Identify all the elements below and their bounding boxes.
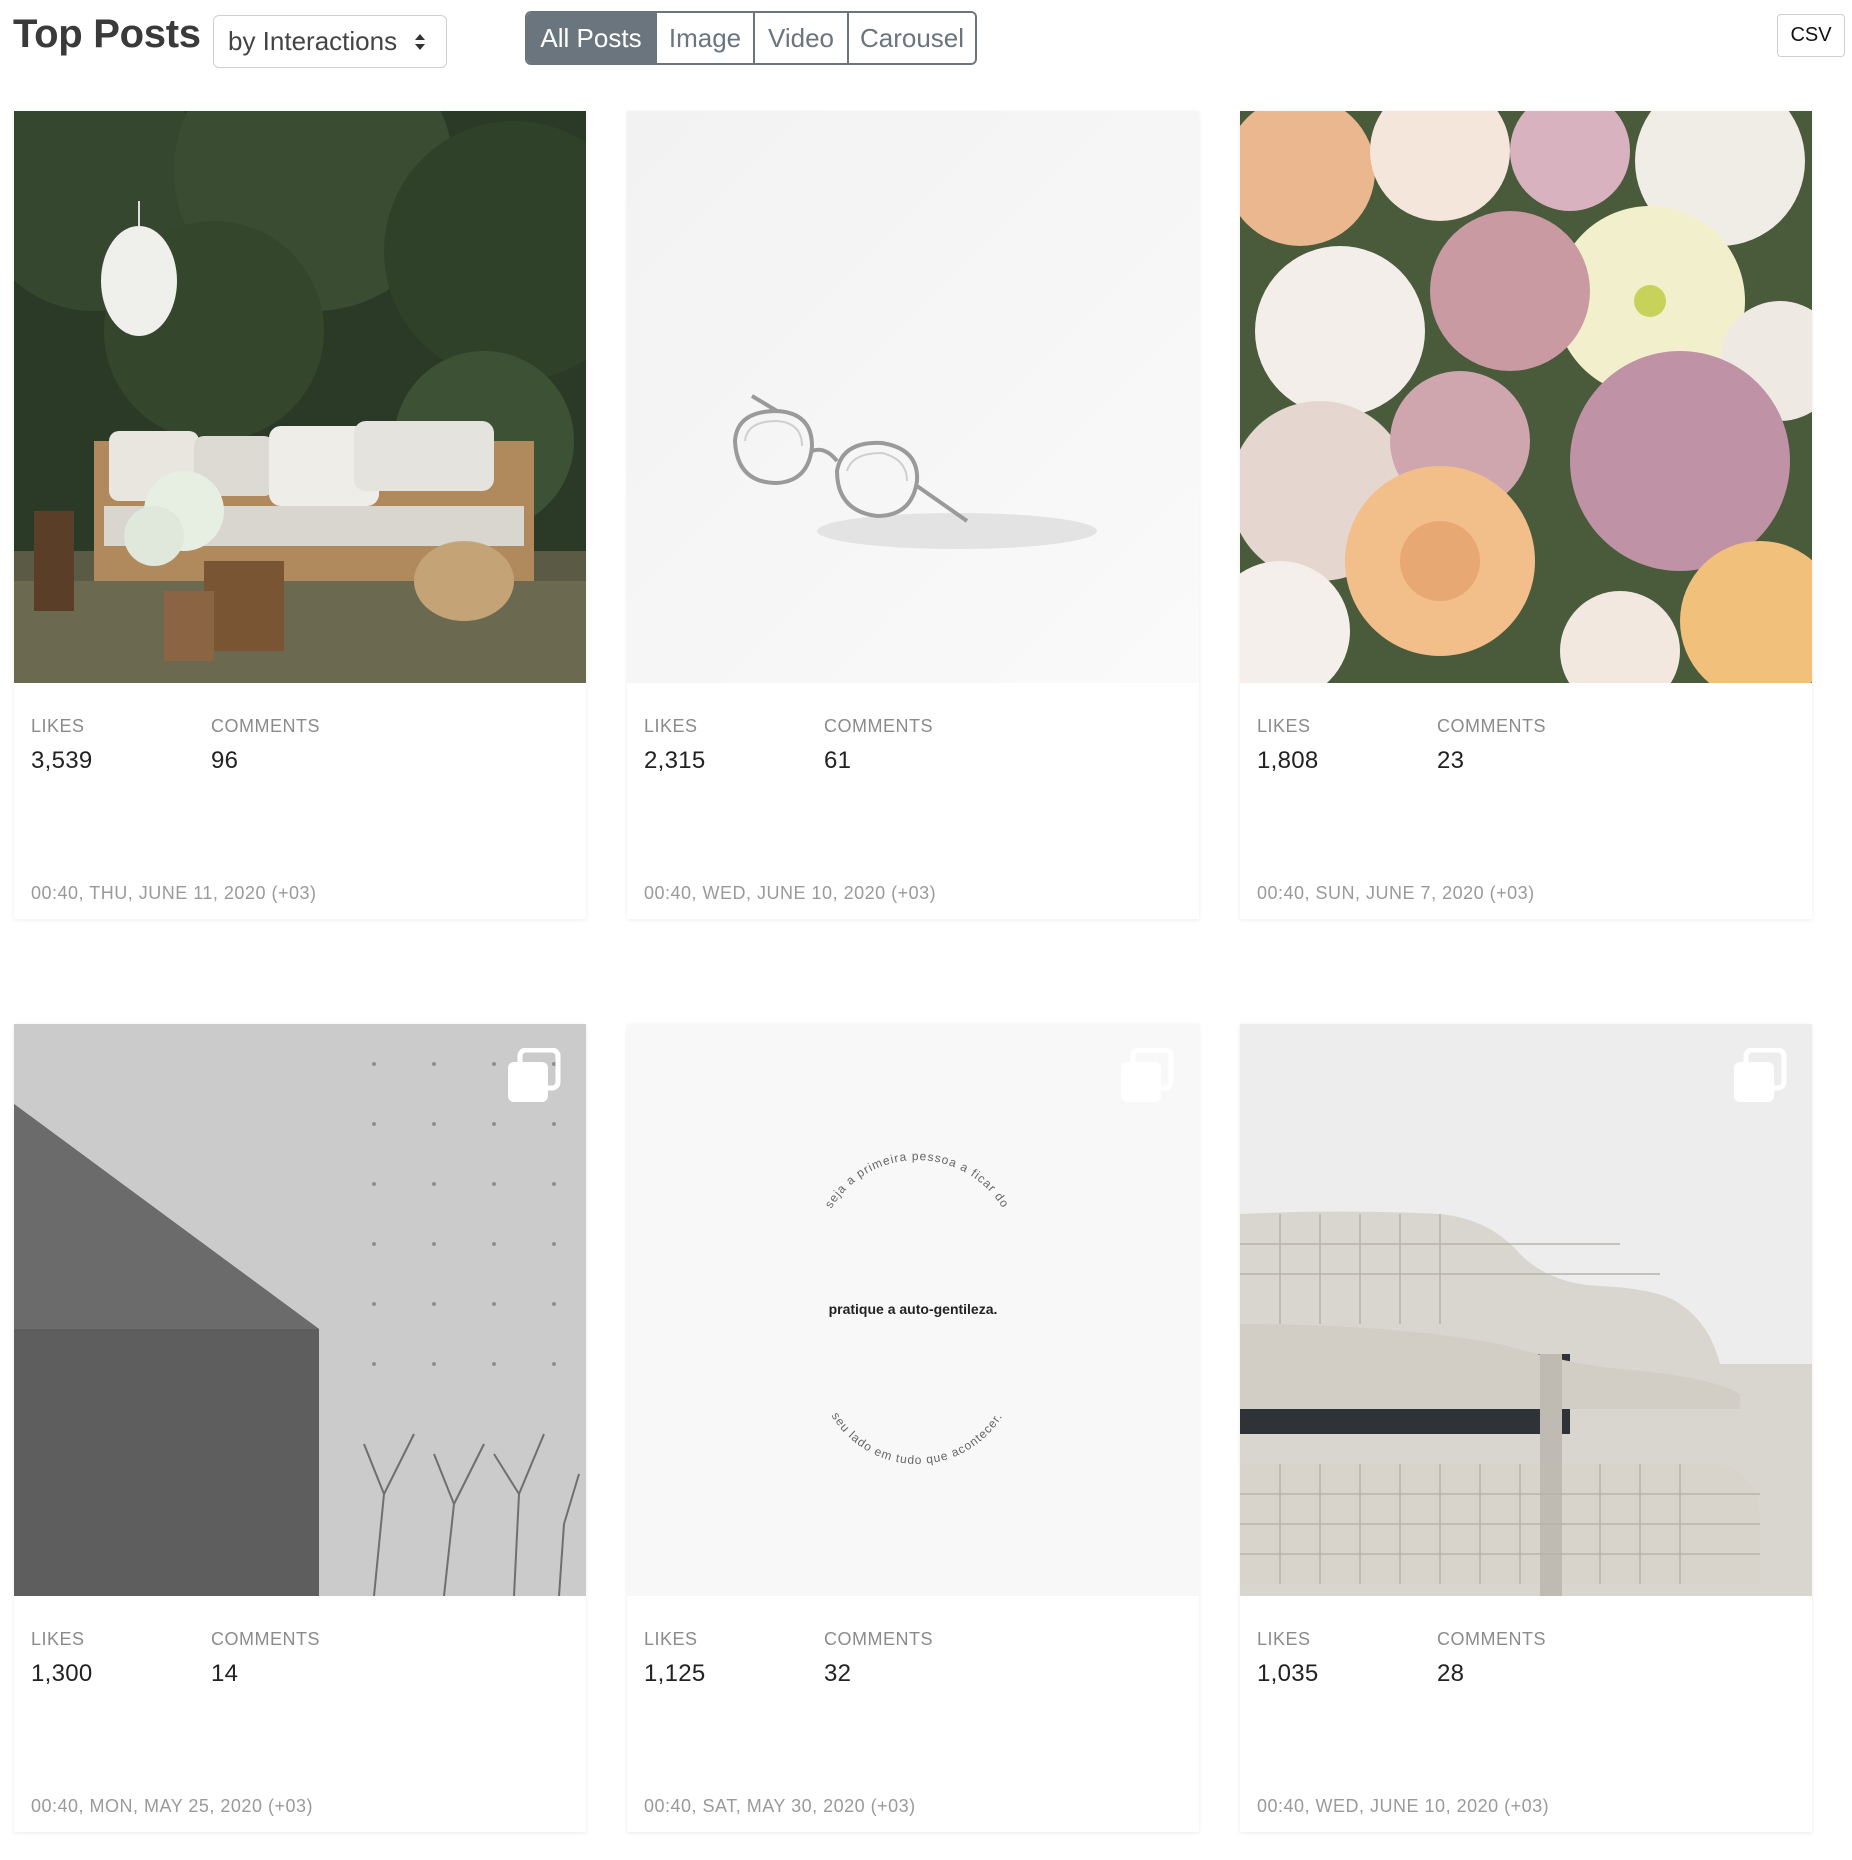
post-timestamp: 00:40, SAT, MAY 30, 2020 (+03) (644, 1796, 916, 1816)
likes-stat: LIKES 1,808 (1257, 716, 1319, 775)
post-stats: LIKES 1,300 COMMENTS 14 (31, 1629, 571, 1709)
quote-circle-graphic[interactable]: seja a primeira pessoa a ficar do pratiq… (627, 1024, 1199, 1596)
post-stats: LIKES 1,035 COMMENTS 28 (1257, 1629, 1797, 1709)
post-timestamp: 00:40, WED, JUNE 10, 2020 (+03) (644, 883, 937, 903)
chevron-updown-icon (415, 34, 425, 50)
post-stats: LIKES 3,539 COMMENTS 96 (31, 716, 571, 796)
post-card[interactable]: seja a primeira pessoa a ficar do pratiq… (627, 1024, 1199, 1832)
post-stats: LIKES 2,315 COMMENTS 61 (644, 716, 1184, 796)
post-card[interactable]: LIKES 2,315 COMMENTS 61 00:40, WED, JUNE… (627, 111, 1199, 919)
post-card[interactable]: LIKES 1,300 COMMENTS 14 00:40, MON, MAY … (14, 1024, 586, 1832)
comments-label: COMMENTS (1437, 716, 1546, 736)
post-timestamp: 00:40, SUN, JUNE 7, 2020 (+03) (1257, 883, 1535, 903)
flowers-photo[interactable] (1240, 111, 1812, 683)
post-card[interactable]: LIKES 1,808 COMMENTS 23 00:40, SUN, JUNE… (1240, 111, 1812, 919)
comments-value: 32 (824, 1660, 852, 1687)
likes-stat: LIKES 3,539 (31, 716, 93, 775)
garden-bench-photo[interactable] (14, 111, 586, 683)
likes-stat: LIKES 1,125 (644, 1629, 706, 1688)
post-timestamp: 00:40, MON, MAY 25, 2020 (+03) (31, 1796, 313, 1816)
page-title: Top Posts (13, 12, 201, 56)
likes-label: LIKES (31, 716, 85, 736)
comments-stat: COMMENTS 96 (211, 716, 320, 775)
post-stats: LIKES 1,808 COMMENTS 23 (1257, 716, 1797, 796)
likes-value: 1,808 (1257, 747, 1319, 774)
comments-label: COMMENTS (824, 716, 933, 736)
likes-stat: LIKES 1,035 (1257, 1629, 1319, 1688)
likes-value: 1,300 (31, 1660, 93, 1687)
comments-value: 96 (211, 747, 239, 774)
page-header: Top Posts by Interactions All Posts Imag… (0, 0, 1852, 80)
comments-value: 14 (211, 1660, 239, 1687)
carousel-icon (1734, 1048, 1787, 1102)
quote-middle-text: pratique a auto-gentileza. (829, 1301, 998, 1317)
likes-value: 3,539 (31, 747, 93, 774)
post-timestamp: 00:40, WED, JUNE 10, 2020 (+03) (1257, 1796, 1550, 1816)
comments-value: 23 (1437, 747, 1465, 774)
likes-value: 1,035 (1257, 1660, 1319, 1687)
comments-stat: COMMENTS 28 (1437, 1629, 1546, 1688)
likes-stat: LIKES 2,315 (644, 716, 706, 775)
concrete-wall-photo[interactable] (14, 1024, 586, 1596)
comments-stat: COMMENTS 61 (824, 716, 933, 775)
comments-label: COMMENTS (824, 1629, 933, 1649)
comments-stat: COMMENTS 23 (1437, 716, 1546, 775)
comments-stat: COMMENTS 14 (211, 1629, 320, 1688)
filter-image[interactable]: Image (655, 13, 753, 63)
likes-label: LIKES (644, 1629, 698, 1649)
comments-label: COMMENTS (211, 1629, 320, 1649)
comments-value: 61 (824, 747, 852, 774)
likes-value: 1,125 (644, 1660, 706, 1687)
sort-select[interactable]: by Interactions (213, 15, 447, 68)
likes-stat: LIKES 1,300 (31, 1629, 93, 1688)
comments-label: COMMENTS (1437, 1629, 1546, 1649)
comments-value: 28 (1437, 1660, 1465, 1687)
likes-value: 2,315 (644, 747, 706, 774)
likes-label: LIKES (1257, 1629, 1311, 1649)
comments-stat: COMMENTS 32 (824, 1629, 933, 1688)
post-card[interactable]: LIKES 1,035 COMMENTS 28 00:40, WED, JUNE… (1240, 1024, 1812, 1832)
carousel-icon (1121, 1048, 1174, 1102)
csv-export-button[interactable]: CSV (1777, 14, 1845, 57)
post-type-filter: All Posts Image Video Carousel (525, 11, 977, 65)
post-timestamp: 00:40, THU, JUNE 11, 2020 (+03) (31, 883, 317, 903)
sort-select-value: by Interactions (228, 26, 398, 56)
post-card[interactable]: LIKES 3,539 COMMENTS 96 00:40, THU, JUNE… (14, 111, 586, 919)
likes-label: LIKES (31, 1629, 85, 1649)
white-building-photo[interactable] (1240, 1024, 1812, 1596)
filter-video[interactable]: Video (753, 13, 847, 63)
filter-all-posts[interactable]: All Posts (527, 13, 655, 63)
post-stats: LIKES 1,125 COMMENTS 32 (644, 1629, 1184, 1709)
glasses-photo[interactable] (627, 111, 1199, 683)
likes-label: LIKES (1257, 716, 1311, 736)
filter-carousel[interactable]: Carousel (847, 13, 975, 63)
likes-label: LIKES (644, 716, 698, 736)
carousel-icon (508, 1048, 561, 1102)
comments-label: COMMENTS (211, 716, 320, 736)
